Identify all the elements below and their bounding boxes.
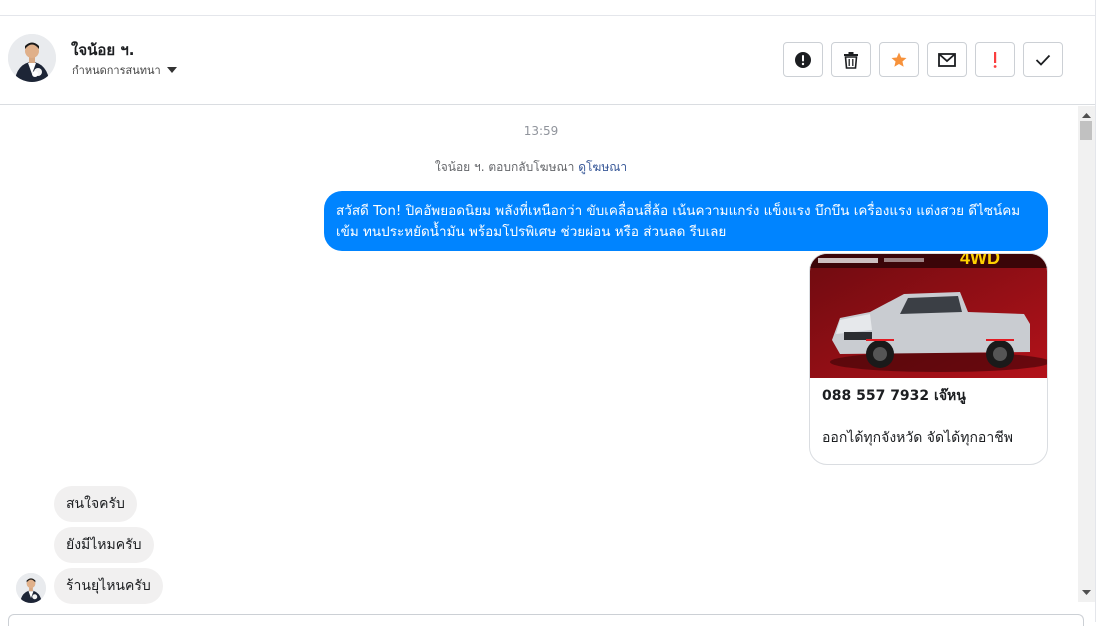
envelope-icon bbox=[938, 52, 956, 67]
mail-button[interactable] bbox=[927, 42, 967, 77]
ad-card-title: 088 557 7932 เจ๊หนู bbox=[822, 388, 966, 404]
star-button[interactable] bbox=[879, 42, 919, 77]
delete-button[interactable] bbox=[831, 42, 871, 77]
check-icon bbox=[1035, 54, 1051, 66]
ad-card[interactable]: 4WD 088 557 7932 เจ๊หนู ออกได้ทุกจังหวัด… bbox=[809, 253, 1048, 465]
chat-scrollbar[interactable] bbox=[1078, 106, 1095, 602]
ad-banner-text: 4WD bbox=[960, 254, 1000, 268]
exclamation-icon bbox=[993, 51, 997, 68]
conversation-header: ใจน้อย ฯ. กำหนดการสนทนา bbox=[0, 16, 1096, 105]
scrollbar-thumb[interactable] bbox=[1080, 121, 1092, 140]
manage-conversation-dropdown[interactable]: กำหนดการสนทนา bbox=[72, 61, 177, 79]
incoming-message: ร้านยุไหนครับ bbox=[54, 568, 163, 604]
scroll-down-arrow-icon[interactable] bbox=[1078, 588, 1095, 598]
action-toolbar bbox=[783, 42, 1063, 77]
contact-name: ใจน้อย ฯ. bbox=[71, 41, 135, 59]
contact-avatar[interactable] bbox=[8, 34, 56, 82]
star-icon bbox=[891, 52, 907, 67]
incoming-message: ยังมีไหมครับ bbox=[54, 527, 154, 563]
caret-down-icon bbox=[166, 67, 177, 73]
exclamation-circle-icon bbox=[795, 51, 811, 68]
sender-avatar[interactable] bbox=[16, 573, 46, 603]
ad-card-description: ออกได้ทุกจังหวัด จัดได้ทุกอาชีพ bbox=[822, 430, 1013, 446]
report-button[interactable] bbox=[783, 42, 823, 77]
spam-button[interactable] bbox=[975, 42, 1015, 77]
outgoing-message: สวัสดี Ton! ปิคอัพยอดนิยม พลังที่เหนือกว… bbox=[324, 191, 1048, 251]
view-ad-link[interactable]: ดูโฆษณา bbox=[578, 160, 627, 174]
ad-card-image: 4WD bbox=[810, 254, 1047, 378]
ad-reply-notice: ใจน้อย ฯ. ตอบกลับโฆษณา ดูโฆษณา bbox=[0, 158, 1062, 177]
manage-conversation-label: กำหนดการสนทนา bbox=[72, 64, 161, 77]
trash-icon bbox=[844, 51, 858, 69]
ad-reply-text: ใจน้อย ฯ. ตอบกลับโฆษณา bbox=[434, 160, 575, 174]
message-thread: 13:59 ใจน้อย ฯ. ตอบกลับโฆษณา ดูโฆษณา สวั… bbox=[0, 106, 1078, 606]
message-composer[interactable] bbox=[8, 614, 1084, 626]
message-timestamp: 13:59 bbox=[523, 124, 559, 138]
done-button[interactable] bbox=[1023, 42, 1063, 77]
scroll-up-arrow-icon[interactable] bbox=[1078, 110, 1095, 120]
incoming-message: สนใจครับ bbox=[54, 486, 137, 522]
top-bar bbox=[0, 0, 1096, 16]
